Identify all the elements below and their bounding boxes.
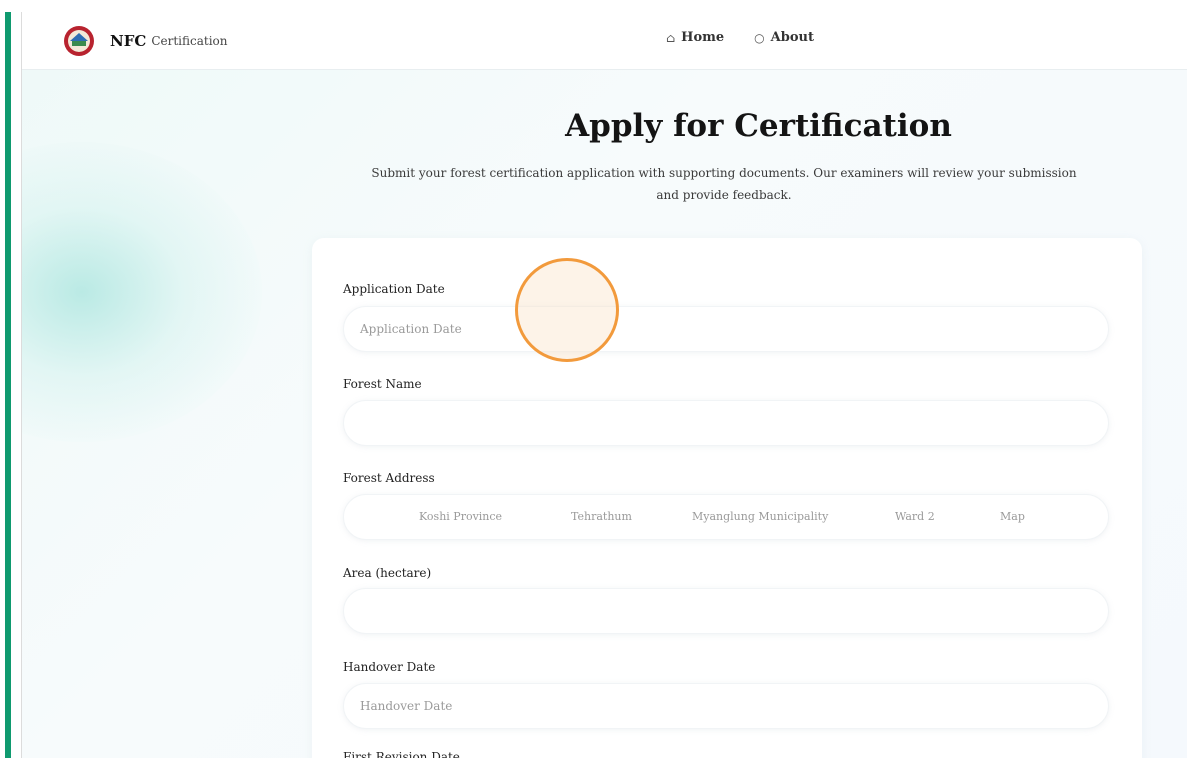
municipality-select[interactable]: Myanglung Municipality	[692, 510, 828, 523]
forest-address-label: Forest Address	[343, 471, 435, 485]
application-date-input[interactable]: Application Date	[343, 306, 1109, 352]
district-select[interactable]: Tehrathum	[571, 510, 632, 523]
handover-date-label: Handover Date	[343, 660, 436, 674]
page-description: Submit your forest certification applica…	[371, 166, 1077, 202]
nav-home-link[interactable]: ⌂ Home	[666, 30, 724, 45]
info-icon: ○	[754, 30, 765, 45]
emblem-logo-icon	[60, 24, 98, 58]
page-title: Apply for Certification	[565, 108, 952, 144]
area-label: Area (hectare)	[343, 566, 432, 580]
click-cursor-indicator	[515, 258, 619, 362]
nav-about-label: About	[770, 30, 814, 45]
map-button[interactable]: Map	[1000, 510, 1025, 523]
brand[interactable]: NFC Certification	[60, 24, 227, 58]
area-input[interactable]	[343, 588, 1109, 634]
province-select[interactable]: Koshi Province	[419, 510, 502, 523]
home-icon: ⌂	[666, 30, 676, 45]
forest-address-row: Koshi Province Tehrathum Myanglung Munic…	[343, 494, 1109, 540]
application-date-placeholder: Application Date	[360, 322, 462, 336]
first-revision-date-label: First Revision Date	[343, 750, 460, 758]
forest-name-label: Forest Name	[343, 377, 422, 391]
nav-home-label: Home	[681, 30, 725, 45]
nav-links: ⌂ Home ○ About	[666, 30, 844, 45]
forest-name-input[interactable]	[343, 400, 1109, 446]
handover-date-placeholder: Handover Date	[360, 699, 453, 713]
brand-name: NFC	[110, 32, 147, 50]
background-glow	[22, 142, 262, 442]
ward-select[interactable]: Ward 2	[895, 510, 935, 523]
nav-about-link[interactable]: ○ About	[754, 30, 814, 45]
navbar: NFC Certification ⌂ Home ○ About	[22, 12, 1187, 70]
brand-subtitle: Certification	[151, 34, 228, 48]
handover-date-input[interactable]: Handover Date	[343, 683, 1109, 729]
application-date-label: Application Date	[343, 282, 445, 296]
